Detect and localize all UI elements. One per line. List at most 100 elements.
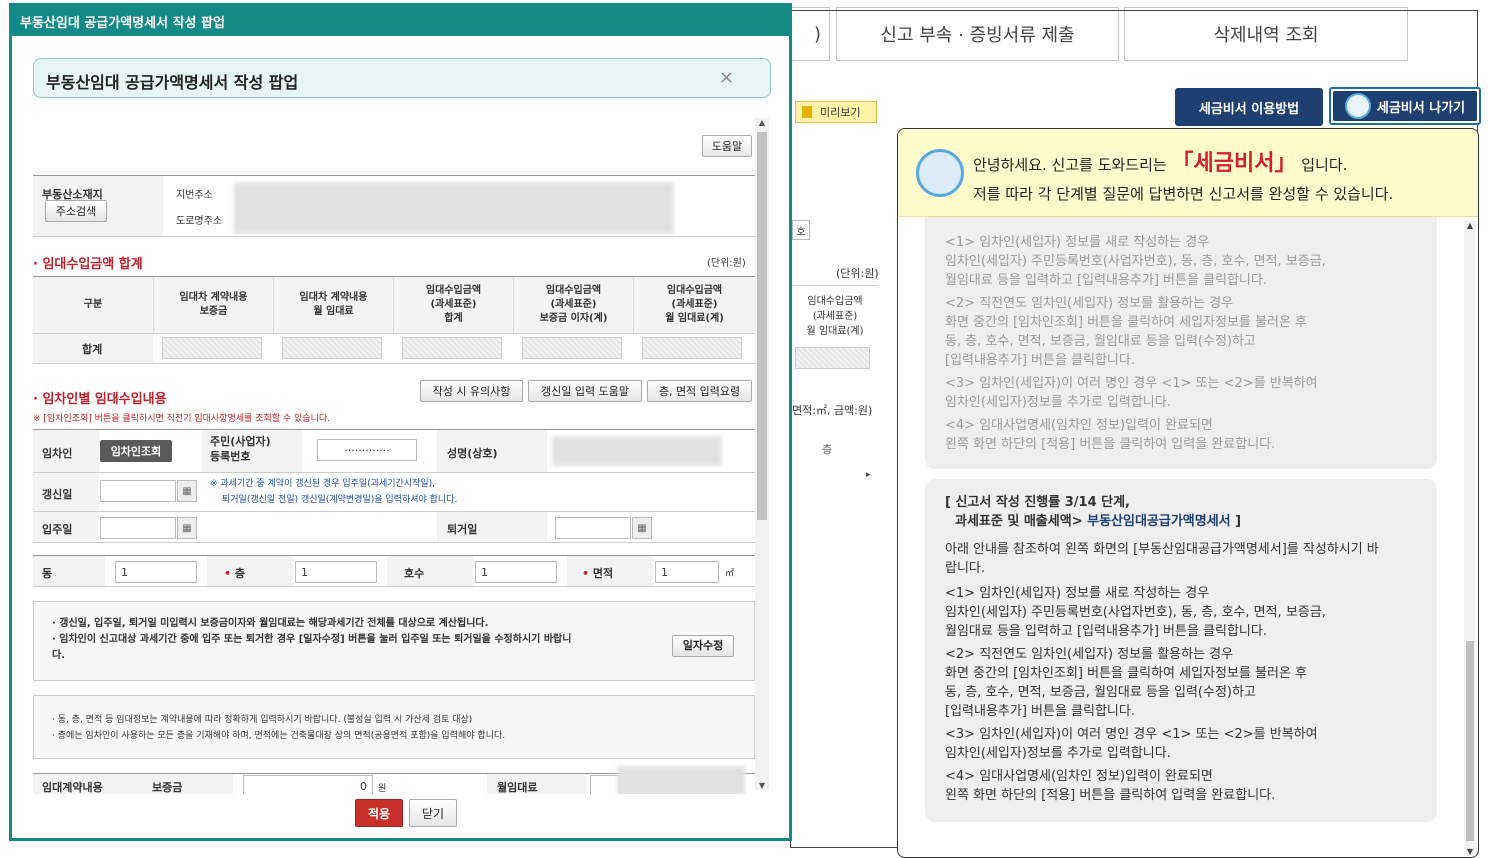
dong-value: 1 <box>121 566 128 579</box>
movein-label: 입주일 <box>42 523 73 536</box>
deposit-label: 보증금 <box>152 781 183 794</box>
active-line: 왼쪽 화면 하단의 [적용] 버튼을 클릭하여 입력을 완료합니다. <box>945 788 1276 803</box>
step-line2a: 과세표준 및 매출세액> <box>955 514 1088 529</box>
assistant-greeting: 안녕하세요. 신고를 도와드리는 「세금비서」 입니다. <box>973 145 1347 177</box>
divider <box>33 236 755 237</box>
caution-button[interactable]: 작성 시 유의사항 <box>420 380 523 402</box>
sum-unit: (단위:원) <box>707 258 746 269</box>
active-line: <3> 임차인(세입자)이 여러 명인 경우 <1> 또는 <2>를 반복하여 <box>945 727 1318 742</box>
floor-label: • 층 <box>224 567 245 580</box>
divider <box>33 472 755 473</box>
floor-help-button[interactable]: 층, 면적 입력요령 <box>647 380 752 402</box>
road-label: 도로명주소 <box>176 216 222 227</box>
greeting-post: 입니다. <box>1296 156 1348 174</box>
floor-label-cell <box>207 556 293 586</box>
tenant-search-label: 임차인조회 <box>110 445 162 458</box>
faded-message: <1> 임차인(세입자) 정보를 새로 작성하는 경우 임차인(세입자) 주민등록… <box>925 189 1437 469</box>
tenant-notice: ※ [임차인조회] 버튼을 클릭하시면 직전기 임대사항명세를 조회할 수 있습… <box>33 414 330 424</box>
info2-text: 임차인이 신고대상 과세기간 중에 입주 또는 퇴거한 경우 [일자수정] 버튼… <box>52 634 572 661</box>
date-fix-button[interactable]: 일자수정 <box>672 635 734 657</box>
tenant-label: 임차인 <box>42 447 73 460</box>
calendar-icon[interactable]: ▦ <box>177 480 197 502</box>
info4-text: 층에는 임차인이 사용하는 모든 층을 기재해야 하며, 면적에는 건축물대장 … <box>57 731 506 741</box>
sum-header-cell: 구분 <box>83 299 103 310</box>
ho-value: 1 <box>481 566 488 579</box>
scroll-down-arrow[interactable]: ▼ <box>1464 847 1476 856</box>
popup-scrollbar[interactable]: ▲ ▼ <box>755 118 769 790</box>
sum-section-title: · 임대수입금액 합계 <box>33 257 143 272</box>
moveout-date-input[interactable] <box>555 517 631 539</box>
tenant-section-text: 임차인별 임대수입내용 <box>42 392 167 407</box>
preview-button[interactable]: 미리보기 <box>795 101 877 123</box>
floor-help-label: 층, 면적 입력요령 <box>658 385 741 398</box>
apply-label: 적용 <box>367 806 391 821</box>
id-number-input[interactable]: ············· <box>317 439 417 461</box>
dong-input[interactable]: 1 <box>115 561 197 583</box>
active-message: [ 신고서 작성 진행률 3/14 단계, 과세표준 및 매출세액> 부동산임대… <box>925 479 1437 822</box>
movein-date-input[interactable] <box>100 517 176 539</box>
ho-input[interactable]: 1 <box>475 561 557 583</box>
floor-input[interactable]: 1 <box>295 561 377 583</box>
deposit-value: 0 <box>360 780 367 793</box>
dong-label: 동 <box>42 567 53 580</box>
scroll-thumb[interactable] <box>1466 641 1474 841</box>
divider <box>33 542 755 543</box>
scroll-down-arrow[interactable]: ▼ <box>755 781 769 790</box>
bg-ho-button[interactable]: 호 <box>792 220 810 240</box>
faded-line: 임차인(세입자)정보를 추가로 입력합니다. <box>945 395 1171 410</box>
renew-help-label: 갱신일 입력 도움말 <box>541 385 629 398</box>
calendar-icon[interactable]: ▦ <box>632 517 652 539</box>
sum-interest <box>522 337 622 359</box>
moveout-label: 퇴거일 <box>447 523 478 536</box>
info4: · 층에는 임차인이 사용하는 모든 층을 기재해야 하며, 면적에는 건축물대… <box>52 731 506 741</box>
info2: · 임차인이 신고대상 과세기간 중에 입주 또는 퇴거한 경우 [일자수정] … <box>52 634 572 661</box>
bg-floor-cell: 층 <box>822 443 833 456</box>
renew-label: 갱신일 <box>42 488 73 501</box>
bg-ho-label: 호 <box>796 226 806 238</box>
sum-row-label: 합계 <box>82 343 103 356</box>
deposit-input[interactable]: 0 <box>243 775 373 794</box>
info3-text: 동, 층, 면적 등 임대정보는 계약내용에 따라 정확하게 입력하시기 바랍니… <box>57 715 473 725</box>
scroll-thumb[interactable] <box>757 132 767 520</box>
sum-total <box>402 337 502 359</box>
help-button[interactable]: 도움말 <box>702 135 752 157</box>
close-button[interactable]: 닫기 <box>409 799 457 827</box>
faded-line: 동, 층, 호수, 면적, 보증금, 월임대료 등을 입력(수정)하고 <box>945 334 1256 349</box>
active-line: 임차인(세입자)정보를 추가로 입력합니다. <box>945 746 1171 761</box>
secretary-exit-button[interactable]: 세금비서 나가기 <box>1329 87 1481 125</box>
active-line: <1> 임차인(세입자) 정보를 새로 작성하는 경우 <box>945 586 1210 601</box>
monthly-input[interactable] <box>590 775 620 794</box>
step-line2c: ] <box>1230 514 1242 529</box>
close-icon[interactable]: × <box>719 67 734 88</box>
id-label: 주민(사업자) 등록번호 <box>210 435 271 463</box>
renew-date-input[interactable] <box>100 480 176 502</box>
renew-help-button[interactable]: 갱신일 입력 도움말 <box>528 380 642 402</box>
name-value-blurred <box>552 436 722 466</box>
calendar-icon[interactable]: ▦ <box>177 517 197 539</box>
area-label: • 면적 <box>582 567 614 580</box>
sum-table-header: 구분 임대차 계약내용 보증금 임대차 계약내용 월 임대료 임대수입금액 (과세표준… <box>33 277 755 333</box>
tenant-search-button[interactable]: 임차인조회 <box>100 440 172 462</box>
ho-label: 호수 <box>404 567 425 580</box>
secretary-howto-label: 세금비서 이용방법 <box>1198 101 1300 117</box>
info1: · 갱신일, 입주일, 퇴거일 미입력시 보증금이자와 월임대료는 해당과세기간… <box>52 618 489 629</box>
area-input[interactable]: 1 <box>655 561 719 583</box>
secretary-howto-button[interactable]: 세금비서 이용방법 <box>1175 88 1323 126</box>
bg-area-unit: 면적:㎡, 금액:원) <box>792 404 873 417</box>
scroll-up-arrow[interactable]: ▲ <box>755 118 769 127</box>
active-list: <1> 임차인(세입자) 정보를 새로 작성하는 경우 임차인(세입자) 주민등록… <box>945 584 1419 805</box>
ho-label-cell <box>387 556 473 586</box>
scroll-up-arrow[interactable]: ▲ <box>1464 221 1476 230</box>
address-search-button[interactable]: 주소검색 <box>45 200 107 222</box>
area-label-text: 면적 <box>592 567 614 580</box>
sum-header-cell: 임대차 계약내용 보증금 <box>153 277 273 333</box>
popup-window: 부동산임대 공급가액명세서 작성 팝업 부동산임대 공급가액명세서 작성 팝업 … <box>9 3 792 841</box>
assistant-panel: 안녕하세요. 신고를 도와드리는 「세금비서」 입니다. 저를 따라 각 단계별… <box>897 128 1479 858</box>
faded-line: [입력내용추가] 버튼을 클릭합니다. <box>945 353 1135 368</box>
bg-scroll-arrow[interactable]: ▸ <box>866 470 871 480</box>
assistant-scrollbar[interactable]: ▲ ▼ <box>1464 221 1476 856</box>
step-line1: [ 신고서 작성 진행률 3/14 단계, <box>945 495 1130 510</box>
apply-button[interactable]: 적용 <box>355 799 403 827</box>
jibun-label: 지번주소 <box>176 190 213 201</box>
step-line2: 과세표준 및 매출세액> 부동산임대공급가액명세서 ] <box>945 512 1419 531</box>
